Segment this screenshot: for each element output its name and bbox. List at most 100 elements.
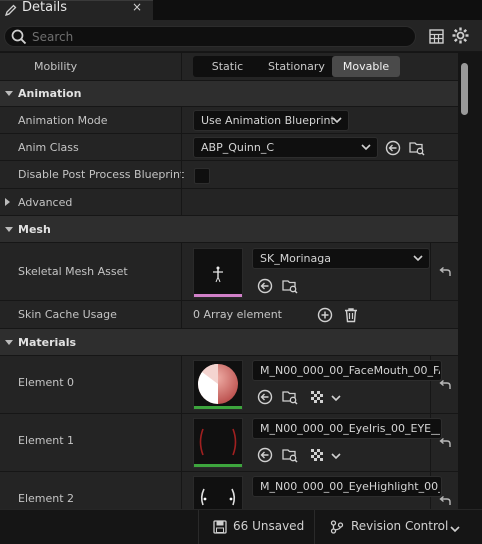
material-sphere-image: [200, 488, 236, 506]
checker-texture-icon[interactable]: [309, 389, 325, 405]
category-materials[interactable]: Materials: [0, 329, 458, 356]
disable-post-process-label: Disable Post Process Blueprint: [18, 168, 185, 181]
search-input[interactable]: [32, 28, 402, 46]
unsaved-count[interactable]: 66 Unsaved: [233, 519, 304, 533]
material-value: M_N00_000_00_FaceMouth_00_FACE: [260, 364, 440, 377]
tab-bar: Details ×: [0, 0, 482, 20]
material-combo[interactable]: M_N00_000_00_EyeIris_00_EYE__In: [252, 418, 442, 439]
chevron-down-icon: [332, 117, 342, 124]
chevron-down-icon: [5, 340, 13, 345]
material-sphere-image: [199, 428, 237, 456]
material-element-label: Element 1: [18, 434, 75, 447]
skeletal-mesh-combo[interactable]: SK_Morinaga: [252, 248, 430, 269]
chevron-down-icon: [5, 227, 13, 232]
search-icon: [11, 29, 27, 45]
chevron-down-icon[interactable]: [450, 524, 460, 534]
gear-icon[interactable]: [452, 27, 469, 44]
chevron-down-icon[interactable]: [331, 393, 341, 403]
chevron-down-icon[interactable]: [331, 451, 341, 461]
category-mesh-label: Mesh: [18, 223, 51, 236]
mobility-label: Mobility: [34, 60, 78, 73]
search-row: [0, 20, 482, 52]
tab-details[interactable]: Details ×: [0, 0, 153, 20]
use-selected-asset-icon[interactable]: [257, 389, 273, 405]
animation-mode-row: Animation Mode Use Animation Blueprint: [0, 107, 458, 134]
skeletal-mesh-value: SK_Morinaga: [260, 252, 331, 265]
reset-to-default-icon[interactable]: [438, 436, 452, 450]
skin-cache-value: 0 Array element: [193, 308, 282, 321]
details-panel: Mobility Static Stationary Movable Anima…: [0, 53, 458, 509]
category-materials-label: Materials: [18, 336, 77, 349]
material-element-label: Element 0: [18, 376, 75, 389]
character-thumbnail-image: [213, 266, 223, 283]
material-element-row: Element 1 M_N00_000_00_EyeIris_00_EYE__I…: [0, 414, 458, 472]
scrollbar-thumb[interactable]: [461, 63, 468, 115]
browse-folder-icon[interactable]: [409, 140, 425, 156]
add-element-icon[interactable]: [317, 307, 333, 323]
anim-class-label: Anim Class: [18, 141, 79, 154]
mobility-segmented-control: Static Stationary Movable: [193, 56, 400, 77]
anim-class-combo[interactable]: ABP_Quinn_C: [193, 137, 378, 158]
material-value: M_N00_000_00_EyeHighlight_00_EYE: [260, 480, 440, 493]
asset-type-bar: [194, 464, 242, 467]
category-mesh[interactable]: Mesh: [0, 216, 458, 243]
animation-mode-value: Use Animation Blueprint: [201, 114, 335, 127]
chevron-down-icon: [361, 144, 371, 151]
material-element-row: Element 2 M_N00_000_00_EyeHighlight_00_E…: [0, 472, 458, 509]
material-combo[interactable]: M_N00_000_00_EyeHighlight_00_EYE: [252, 476, 442, 497]
material-sphere-image: [198, 364, 238, 404]
category-animation-label: Animation: [18, 87, 82, 100]
browse-folder-icon[interactable]: [282, 278, 298, 294]
asset-type-bar: [194, 406, 242, 409]
chevron-down-icon: [5, 91, 13, 96]
anim-class-row: Anim Class ABP_Quinn_C: [0, 134, 458, 161]
disable-post-process-checkbox[interactable]: [194, 168, 210, 184]
skeletal-mesh-thumbnail[interactable]: [193, 248, 243, 298]
browse-folder-icon[interactable]: [282, 447, 298, 463]
status-bar: 66 Unsaved Revision Control: [0, 509, 482, 544]
chevron-right-icon: [5, 198, 10, 206]
save-disk-icon: [213, 520, 227, 534]
skeletal-mesh-row: Skeletal Mesh Asset SK_Morinaga: [0, 243, 458, 301]
material-combo[interactable]: M_N00_000_00_FaceMouth_00_FACE: [252, 360, 442, 381]
disable-post-process-row: Disable Post Process Blueprint: [0, 161, 458, 189]
mobility-option-static[interactable]: Static: [193, 56, 262, 77]
close-icon[interactable]: ×: [132, 0, 142, 15]
material-element-label: Element 2: [18, 492, 75, 505]
skeletal-mesh-label: Skeletal Mesh Asset: [18, 265, 128, 278]
revision-control-label[interactable]: Revision Control: [351, 519, 448, 533]
trash-icon[interactable]: [343, 307, 359, 323]
vertical-scrollbar[interactable]: [458, 53, 482, 509]
asset-type-bar: [194, 294, 242, 297]
pencil-details-icon: [4, 3, 18, 17]
skin-cache-row: Skin Cache Usage 0 Array element: [0, 301, 458, 329]
animation-mode-combo[interactable]: Use Animation Blueprint: [193, 110, 349, 131]
use-selected-asset-icon[interactable]: [257, 447, 273, 463]
advanced-label: Advanced: [18, 196, 73, 209]
animation-mode-label: Animation Mode: [18, 114, 108, 127]
material-element-row: Element 0 M_N00_000_00_FaceMouth_00_FACE: [0, 356, 458, 414]
material-value: M_N00_000_00_EyeIris_00_EYE__In: [260, 422, 440, 435]
anim-class-value: ABP_Quinn_C: [201, 141, 275, 154]
use-selected-asset-icon[interactable]: [257, 278, 273, 294]
skin-cache-label: Skin Cache Usage: [18, 308, 117, 321]
reset-to-default-icon[interactable]: [438, 494, 452, 508]
mobility-row: Mobility Static Stationary Movable: [0, 53, 458, 81]
mobility-option-stationary[interactable]: Stationary: [262, 56, 331, 77]
material-thumbnail[interactable]: [193, 418, 243, 468]
checker-texture-icon[interactable]: [309, 447, 325, 463]
material-thumbnail[interactable]: [193, 360, 243, 410]
revision-control-icon: [330, 520, 344, 534]
category-animation[interactable]: Animation: [0, 81, 458, 107]
mobility-option-movable[interactable]: Movable: [332, 56, 400, 77]
browse-folder-icon[interactable]: [282, 389, 298, 405]
reset-to-default-icon[interactable]: [438, 265, 452, 279]
use-selected-asset-icon[interactable]: [385, 140, 401, 156]
animation-advanced-row[interactable]: Advanced: [0, 189, 458, 216]
search-box[interactable]: [4, 26, 416, 47]
tab-title: Details: [22, 0, 68, 15]
reset-to-default-icon[interactable]: [438, 378, 452, 392]
property-matrix-icon[interactable]: [429, 29, 444, 44]
chevron-down-icon: [413, 255, 423, 262]
material-thumbnail[interactable]: [193, 476, 243, 509]
